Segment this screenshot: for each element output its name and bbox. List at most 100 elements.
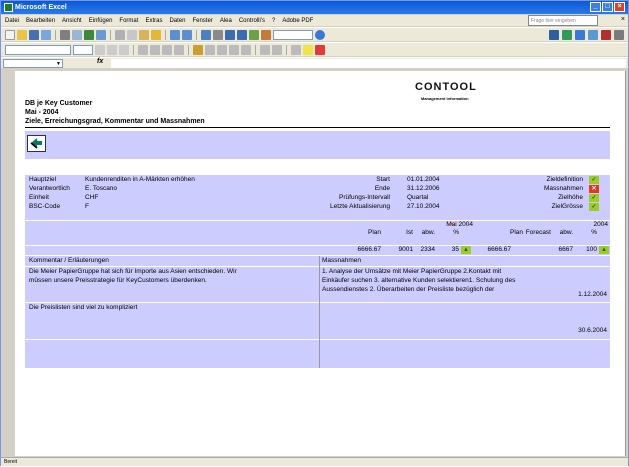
kpi-header-forecast: Forecast (525, 229, 551, 236)
maximize-button[interactable]: □ (602, 2, 613, 12)
brand-subtitle: Management Information (421, 96, 469, 101)
print-icon[interactable] (60, 29, 70, 40)
report-subtitle: Ziele, Erreichungsgrad, Kommentar und Ma… (25, 118, 205, 125)
tool-c-icon[interactable] (575, 30, 585, 40)
spelling-icon[interactable] (84, 29, 94, 40)
label-bsc-code: BSC-Code (29, 203, 61, 210)
value-pruefungs-intervall: Quartal (407, 194, 429, 201)
logo-band (25, 131, 610, 159)
kpi-abw: 2334 (420, 246, 435, 253)
decrease-decimal-icon[interactable] (241, 44, 251, 55)
research-icon[interactable] (96, 29, 106, 40)
status-label-zielgroesse: ZielGrösse (551, 203, 583, 210)
paste-icon[interactable] (139, 29, 149, 40)
help-icon[interactable] (315, 29, 325, 40)
merge-center-icon[interactable] (174, 44, 184, 55)
name-box[interactable]: ▼ (3, 59, 63, 68)
font-name-combo[interactable] (5, 44, 71, 55)
cross-icon: ✕ (589, 185, 599, 193)
menu-help[interactable]: ? (272, 18, 275, 24)
kpi-header-pct-year: % (591, 229, 597, 236)
kpi-values-band (25, 246, 610, 255)
menu-alea[interactable]: Alea (220, 18, 232, 24)
kpi-plan-year: 6666.67 (487, 246, 512, 253)
comma-icon[interactable] (217, 44, 227, 55)
label-ende: Ende (374, 185, 390, 192)
font-color-icon[interactable] (315, 44, 325, 55)
comment-row-3 (25, 340, 610, 368)
save-icon[interactable] (29, 29, 39, 40)
measure-date-2: 30.6.2004 (578, 327, 607, 334)
comment-marker-icon (450, 223, 453, 226)
borders-icon[interactable] (291, 44, 301, 55)
open-icon[interactable] (17, 29, 27, 40)
copy-icon[interactable] (127, 29, 137, 40)
tool-b-icon[interactable] (562, 30, 572, 40)
close-button[interactable]: × (614, 2, 625, 12)
hyperlink-icon[interactable] (201, 29, 211, 40)
undo-icon[interactable] (170, 29, 180, 40)
report-title: DB je Key Customer (25, 100, 93, 107)
tool-f-icon[interactable] (614, 30, 624, 40)
value-letzte-aktualisierung: 27.10.2004 (407, 203, 440, 210)
menu-bearbeiten[interactable]: Bearbeiten (26, 18, 55, 24)
formatting-toolbar (1, 42, 628, 56)
kpi-header-plan-year: Plan (509, 229, 523, 236)
menu-adobe-pdf[interactable]: Adobe PDF (282, 18, 313, 24)
zoom-combo[interactable] (273, 29, 313, 40)
title-bar: Microsoft Excel _ □ × (1, 1, 628, 14)
kpi-pct: 35 (451, 246, 459, 253)
doc-close-icon[interactable]: × (621, 16, 625, 23)
fill-color-icon[interactable] (303, 44, 313, 55)
minimize-button[interactable]: _ (590, 2, 601, 12)
worksheet[interactable]: CONTOOL Management Information DB je Key… (15, 71, 626, 456)
menu-einfuegen[interactable]: Einfügen (89, 18, 113, 24)
font-size-combo[interactable] (73, 44, 93, 55)
label-start: Start (376, 176, 390, 183)
menu-controllis[interactable]: Controlli's (239, 18, 265, 24)
currency-icon[interactable] (193, 44, 203, 55)
tool-a-icon[interactable] (549, 30, 559, 40)
sort-descending-icon[interactable] (237, 29, 247, 40)
autosum-icon[interactable] (213, 29, 223, 40)
chart-wizard-icon[interactable] (249, 29, 259, 40)
increase-indent-icon[interactable] (272, 44, 282, 55)
menu-ansicht[interactable]: Ansicht (62, 18, 82, 24)
label-verantwortlich: Verantwortlich (29, 185, 70, 192)
increase-decimal-icon[interactable] (229, 44, 239, 55)
menu-daten[interactable]: Daten (169, 18, 185, 24)
redo-icon[interactable] (182, 29, 192, 40)
measure-date-1: 1.12.2004 (578, 291, 607, 298)
preview-icon[interactable] (72, 29, 82, 40)
check-icon: ✓ (589, 176, 599, 184)
permission-icon[interactable] (41, 29, 51, 40)
new-icon[interactable] (5, 29, 15, 40)
value-einheit: CHF (85, 194, 99, 201)
bold-icon[interactable] (95, 44, 105, 55)
tool-d-icon[interactable] (588, 30, 598, 40)
contool-logo: CONTOOL (415, 81, 477, 93)
percent-icon[interactable] (205, 44, 215, 55)
italic-icon[interactable] (107, 44, 117, 55)
tool-e-icon[interactable] (601, 30, 611, 40)
underline-icon[interactable] (119, 44, 129, 55)
fx-label: fx (97, 58, 104, 65)
report-period: Mai - 2004 (25, 109, 59, 116)
align-left-icon[interactable] (138, 44, 148, 55)
menu-format[interactable]: Format (119, 18, 138, 24)
align-center-icon[interactable] (150, 44, 160, 55)
check-icon: ✓ (589, 203, 599, 211)
align-right-icon[interactable] (162, 44, 172, 55)
menu-fenster[interactable]: Fenster (192, 18, 212, 24)
help-search-input[interactable]: Frage hier eingeben (528, 15, 598, 26)
kpi-header-abw-year: abw. (559, 229, 573, 236)
drawing-icon[interactable] (261, 29, 271, 40)
formula-input[interactable] (111, 59, 626, 68)
sort-ascending-icon[interactable] (225, 29, 235, 40)
menu-extras[interactable]: Extras (145, 18, 162, 24)
format-painter-icon[interactable] (151, 29, 161, 40)
cut-icon[interactable] (115, 29, 125, 40)
decrease-indent-icon[interactable] (260, 44, 270, 55)
menu-datei[interactable]: Datei (5, 18, 19, 24)
menu-bar: Datei Bearbeiten Ansicht Einfügen Format… (1, 15, 628, 26)
